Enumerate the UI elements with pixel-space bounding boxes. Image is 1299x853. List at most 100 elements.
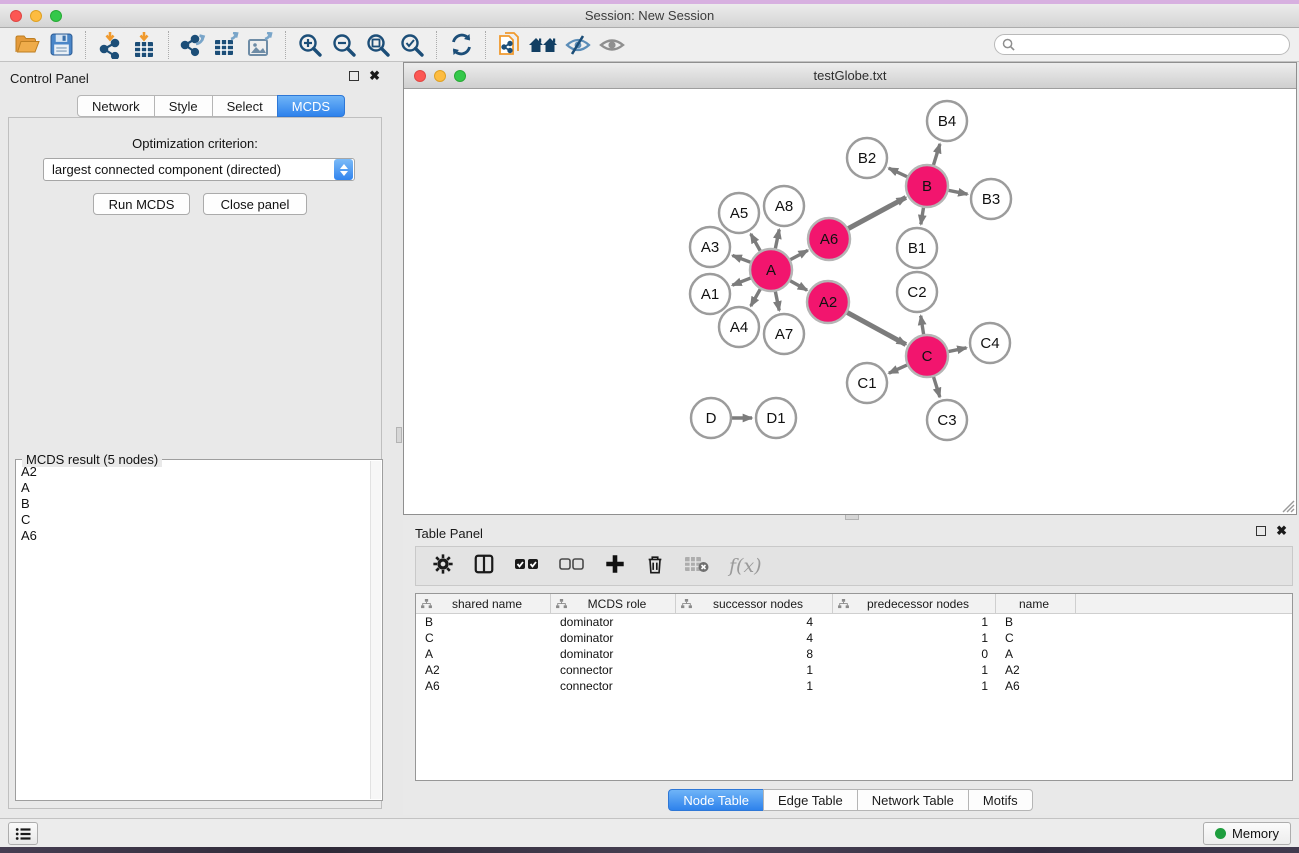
home-icon[interactable]	[527, 30, 561, 60]
graph-node-A7[interactable]: A7	[764, 314, 804, 354]
search-text-field[interactable]	[1019, 38, 1289, 52]
tab-edge-table[interactable]: Edge Table	[763, 789, 858, 811]
column-header[interactable]: MCDS role	[551, 594, 676, 613]
tab-node-table[interactable]: Node Table	[668, 789, 764, 811]
zoom-fit-icon[interactable]	[361, 30, 395, 60]
graph-node-C4[interactable]: C4	[970, 323, 1010, 363]
table-cell[interactable]: A2	[416, 662, 551, 678]
export-table-icon[interactable]	[210, 30, 244, 60]
delete-column-icon[interactable]	[645, 553, 665, 580]
import-network-icon[interactable]	[93, 30, 127, 60]
table-row[interactable]: Adominator80A	[416, 646, 1292, 662]
graph-node-C3[interactable]: C3	[927, 400, 967, 440]
criterion-dropdown[interactable]: largest connected component (directed)	[43, 158, 355, 181]
save-session-icon[interactable]	[44, 30, 78, 60]
table-cell[interactable]: 1	[833, 614, 996, 630]
columns-icon[interactable]	[473, 553, 495, 580]
node-table[interactable]: shared nameMCDS rolesuccessor nodesprede…	[415, 593, 1293, 781]
table-cell[interactable]: A6	[416, 678, 551, 694]
table-row[interactable]: A2connector11A2	[416, 662, 1292, 678]
graph-node-B[interactable]: B	[906, 165, 948, 207]
float-table-panel-icon[interactable]	[1256, 526, 1266, 536]
table-cell[interactable]: dominator	[551, 614, 676, 630]
result-scrollbar[interactable]	[370, 461, 381, 799]
column-header[interactable]: name	[996, 594, 1076, 613]
table-row[interactable]: A6connector11A6	[416, 678, 1292, 694]
tab-network-table[interactable]: Network Table	[857, 789, 969, 811]
table-cell[interactable]: connector	[551, 678, 676, 694]
column-header[interactable]: successor nodes	[676, 594, 833, 613]
add-column-icon[interactable]	[604, 553, 626, 580]
graph-node-A4[interactable]: A4	[719, 307, 759, 347]
float-panel-icon[interactable]	[349, 71, 359, 81]
close-panel-button[interactable]: Close panel	[203, 193, 307, 215]
graph-node-A8[interactable]: A8	[764, 186, 804, 226]
vertical-splitter-handle[interactable]	[396, 427, 402, 443]
table-row[interactable]: Bdominator41B	[416, 614, 1292, 630]
import-table-icon[interactable]	[127, 30, 161, 60]
graph-node-A6[interactable]: A6	[808, 218, 850, 260]
table-cell[interactable]: 4	[676, 630, 833, 646]
table-cell[interactable]: 0	[833, 646, 996, 662]
table-cell[interactable]: 1	[833, 630, 996, 646]
network-canvas[interactable]: B4B2BB3A5A8A6B1A3AC2A1A2A4A7CC4C1C3DD1	[404, 89, 1296, 514]
table-cell[interactable]: B	[996, 614, 1076, 630]
result-item[interactable]: C	[21, 512, 370, 528]
run-mcds-button[interactable]: Run MCDS	[93, 193, 190, 215]
mcds-result-list[interactable]: A2ABCA6	[16, 464, 370, 798]
result-item[interactable]: A2	[21, 464, 370, 480]
export-network-icon[interactable]	[176, 30, 210, 60]
export-image-icon[interactable]	[244, 30, 278, 60]
graph-node-A2[interactable]: A2	[807, 281, 849, 323]
tab-select[interactable]: Select	[212, 95, 278, 117]
table-cell[interactable]: A6	[996, 678, 1076, 694]
table-cell[interactable]: connector	[551, 662, 676, 678]
table-cell[interactable]: 1	[833, 678, 996, 694]
zoom-in-icon[interactable]	[293, 30, 327, 60]
result-item[interactable]: A6	[21, 528, 370, 544]
resize-grip-icon[interactable]	[1279, 497, 1295, 513]
tab-mcds[interactable]: MCDS	[277, 95, 345, 117]
deselect-all-icon[interactable]	[559, 555, 585, 578]
network-window-titlebar[interactable]: testGlobe.txt	[404, 63, 1296, 89]
tab-network[interactable]: Network	[77, 95, 155, 117]
gear-icon[interactable]	[432, 553, 454, 580]
graph-node-B4[interactable]: B4	[927, 101, 967, 141]
zoom-out-icon[interactable]	[327, 30, 361, 60]
graph-node-B2[interactable]: B2	[847, 138, 887, 178]
graph-node-C2[interactable]: C2	[897, 272, 937, 312]
select-all-icon[interactable]	[514, 555, 540, 578]
table-cell[interactable]: C	[416, 630, 551, 646]
graph-node-A[interactable]: A	[750, 249, 792, 291]
table-cell[interactable]: A	[416, 646, 551, 662]
table-cell[interactable]: B	[416, 614, 551, 630]
search-input[interactable]	[994, 34, 1290, 55]
table-cell[interactable]: A	[996, 646, 1076, 662]
close-panel-icon[interactable]: ✖	[369, 71, 380, 81]
graph-node-C[interactable]: C	[906, 335, 948, 377]
table-cell[interactable]: dominator	[551, 646, 676, 662]
close-table-panel-icon[interactable]: ✖	[1276, 526, 1287, 536]
column-header[interactable]: shared name	[416, 594, 551, 613]
table-cell[interactable]: A2	[996, 662, 1076, 678]
column-header[interactable]: predecessor nodes	[833, 594, 996, 613]
graph-node-A3[interactable]: A3	[690, 227, 730, 267]
table-cell[interactable]: 1	[833, 662, 996, 678]
table-cell[interactable]: 8	[676, 646, 833, 662]
graph-node-D[interactable]: D	[691, 398, 731, 438]
table-row[interactable]: Cdominator41C	[416, 630, 1292, 646]
hide-graphics-icon[interactable]	[561, 30, 595, 60]
main-titlebar[interactable]: Session: New Session	[0, 4, 1299, 28]
show-graphics-icon[interactable]	[595, 30, 629, 60]
table-cell[interactable]: 1	[676, 678, 833, 694]
refresh-icon[interactable]	[444, 30, 478, 60]
zoom-selected-icon[interactable]	[395, 30, 429, 60]
tab-motifs[interactable]: Motifs	[968, 789, 1033, 811]
table-cell[interactable]: 4	[676, 614, 833, 630]
table-cell[interactable]: dominator	[551, 630, 676, 646]
graph-node-A5[interactable]: A5	[719, 193, 759, 233]
graph-node-B3[interactable]: B3	[971, 179, 1011, 219]
graph-node-D1[interactable]: D1	[756, 398, 796, 438]
new-network-icon[interactable]	[493, 30, 527, 60]
task-history-button[interactable]	[8, 822, 38, 845]
